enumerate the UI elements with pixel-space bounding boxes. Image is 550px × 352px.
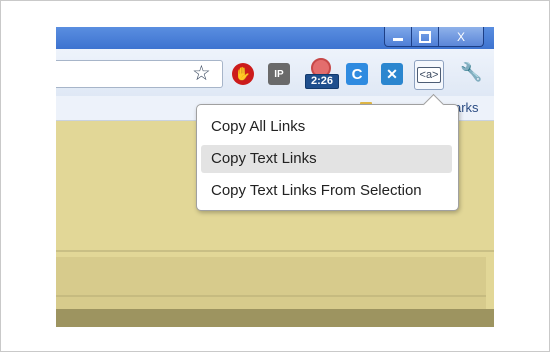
link-copy-extension-icon[interactable]: <a>: [414, 60, 444, 90]
menu-item-copy-all-links[interactable]: Copy All Links: [201, 113, 452, 141]
anchor-tag-icon: <a>: [416, 67, 442, 83]
extension-popup-menu: Copy All Links Copy Text Links Copy Text…: [196, 93, 459, 211]
close-button[interactable]: X: [439, 27, 484, 47]
c-extension-icon[interactable]: C: [346, 63, 368, 85]
menu-item-copy-text-links[interactable]: Copy Text Links: [201, 145, 452, 173]
adblock-extension-icon[interactable]: ✋: [232, 63, 254, 85]
window-title-bar: X: [56, 27, 494, 49]
close-icon: X: [456, 29, 465, 44]
restore-button[interactable]: [412, 27, 439, 47]
x-extension-icon[interactable]: ✕: [381, 63, 403, 85]
clock-badge: 2:26: [305, 74, 339, 89]
minimize-button[interactable]: [384, 27, 412, 47]
wrench-menu-icon[interactable]: 🔧: [460, 62, 482, 83]
menu-item-copy-text-links-from-selection[interactable]: Copy Text Links From Selection: [201, 177, 452, 205]
ip-extension-icon[interactable]: IP: [268, 63, 290, 85]
window-controls: X: [384, 27, 484, 47]
minimize-icon: [393, 38, 403, 41]
address-bar[interactable]: ☆: [56, 60, 223, 88]
page-footer-bar: [56, 309, 494, 327]
clock-extension-icon[interactable]: 2:26: [305, 58, 339, 89]
bookmark-star-icon[interactable]: ☆: [192, 62, 211, 86]
browser-toolbar: ☆ ✋ IP 2:26 C ✕ <a> 🔧: [56, 49, 494, 96]
page-divider: [56, 250, 494, 252]
restore-icon: [419, 30, 431, 43]
page-panel-line: [56, 295, 486, 297]
